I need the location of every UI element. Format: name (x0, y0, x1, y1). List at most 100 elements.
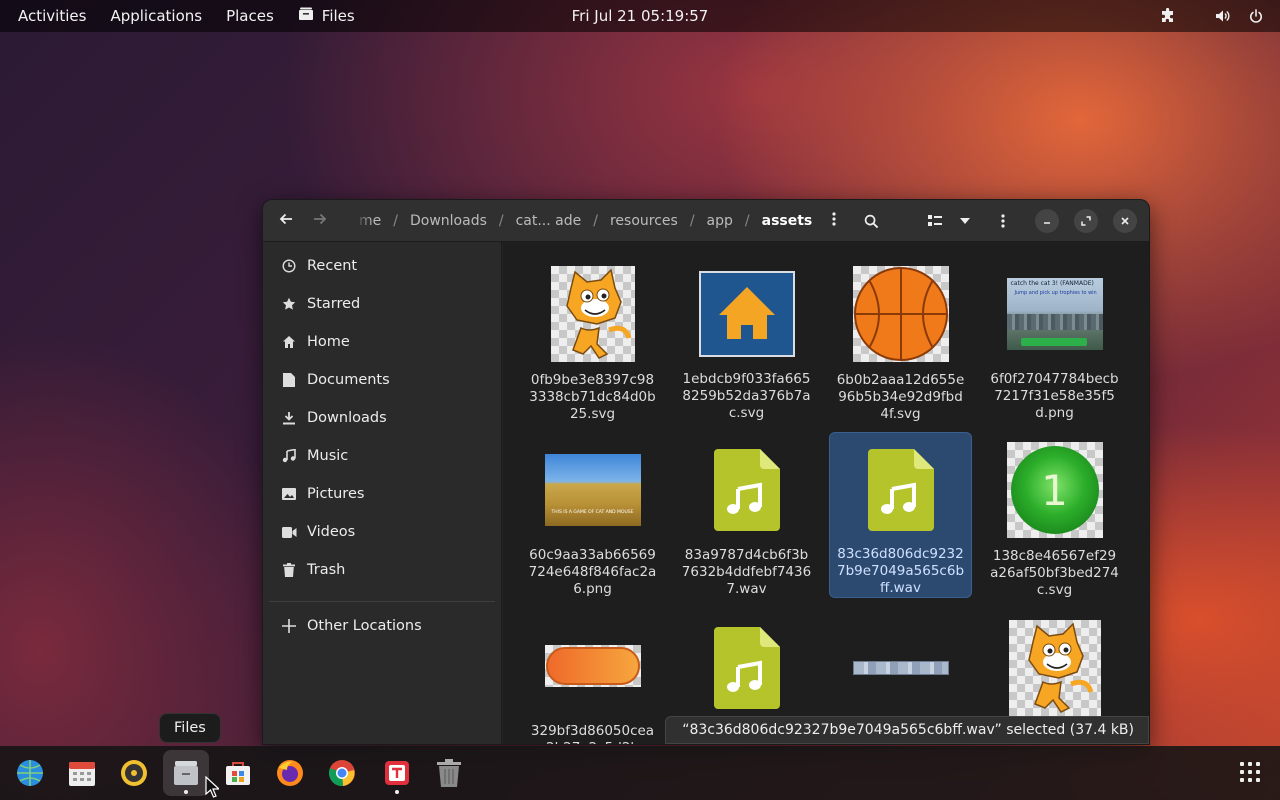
software-icon (226, 762, 250, 785)
applications-label: Applications (110, 7, 203, 25)
sidebar-item-videos[interactable]: Videos (263, 513, 501, 551)
close-button[interactable] (1113, 209, 1137, 233)
search-icon (864, 214, 878, 228)
path-bar: me / Downloads / cat... ade / resources … (355, 200, 855, 242)
path-crumb-project[interactable]: cat... ade (506, 213, 592, 229)
files-window: me / Downloads / cat... ade / resources … (262, 199, 1150, 745)
home-icon (281, 334, 297, 350)
sidebar-item-trash[interactable]: Trash (263, 551, 501, 589)
view-toggle-button[interactable] (920, 206, 950, 236)
sidebar-separator (269, 601, 495, 602)
dock-files[interactable] (163, 750, 209, 796)
file-name: 60c9aa33ab66569724e648f846fac2a6.png (528, 547, 657, 597)
header-bar: me / Downloads / cat... ade / resources … (263, 200, 1149, 242)
path-separator: / (744, 212, 750, 229)
dock-software[interactable] (215, 750, 261, 796)
files-icon (298, 7, 314, 25)
file-item-selected[interactable]: 83c36d806dc92327b9e7049a565c6bff.wav (829, 432, 972, 598)
rhythmbox-icon (121, 760, 147, 786)
maximize-button[interactable] (1074, 209, 1098, 233)
clock[interactable]: Fri Jul 21 05:19:57 (572, 7, 709, 25)
mouse-cursor-icon (205, 776, 219, 798)
file-thumbnail (851, 618, 951, 718)
activities-button[interactable]: Activities (0, 0, 98, 32)
sidebar-item-starred[interactable]: Starred (263, 285, 501, 323)
dock-tooltip: Files (159, 713, 221, 743)
thumbnail-caption: 1 (1010, 446, 1099, 534)
close-icon (1121, 217, 1129, 225)
file-item[interactable]: THIS IS A GAME OF CAT AND MOUSE 60c9aa33… (521, 432, 664, 598)
dock-chrome[interactable] (319, 750, 365, 796)
sidebar: Recent Starred Home Documents Downloads … (263, 242, 502, 744)
power-icon[interactable] (1242, 0, 1270, 32)
vertical-dots-icon (832, 211, 836, 226)
show-apps-icon[interactable] (1240, 762, 1260, 782)
clock-icon (281, 258, 297, 274)
path-crumb-assets[interactable]: assets (752, 213, 823, 229)
top-bar: Activities Applications Places Files Fri… (0, 0, 1280, 32)
path-separator: / (689, 212, 695, 229)
sidebar-item-downloads[interactable]: Downloads (263, 399, 501, 437)
file-item[interactable]: 1 138c8e46567ef29a26af50bf3bed274c.svg (983, 432, 1126, 598)
file-item[interactable]: 6b0b2aaa12d655e96b5b34e92d9fbd4f.svg (829, 256, 972, 422)
file-item[interactable]: 1ebdcb9f033fa6658259b52da376b7ac.svg (675, 256, 818, 422)
file-item[interactable]: 329bf3d86050ceaea2b27e2c5d2baec1. (521, 608, 664, 744)
view-options-button[interactable] (952, 206, 978, 236)
calendar-icon (69, 762, 95, 786)
icon-grid: 0fb9be3e8397c983338cb71dc84d0b25.svg 1eb… (521, 256, 1136, 744)
sidebar-item-music[interactable]: Music (263, 437, 501, 475)
field-image: THIS IS A GAME OF CAT AND MOUSE (544, 453, 641, 526)
sidebar-item-recent[interactable]: Recent (263, 247, 501, 285)
star-icon (281, 296, 297, 312)
sidebar-item-label: Videos (307, 524, 356, 540)
sidebar-item-other-locations[interactable]: Other Locations (263, 607, 501, 645)
path-menu-button[interactable] (822, 211, 846, 230)
path-crumb-app[interactable]: app (697, 213, 743, 229)
applications-menu[interactable]: Applications (98, 0, 214, 32)
search-button[interactable] (854, 206, 888, 236)
file-thumbnail: THIS IS A GAME OF CAT AND MOUSE (543, 442, 643, 537)
minimize-button[interactable] (1035, 209, 1059, 233)
file-name: 6b0b2aaa12d655e96b5b34e92d9fbd4f.svg (836, 372, 965, 422)
file-item[interactable]: 83a9787d4cb6f3b7632b4ddfebf74367.wav (675, 432, 818, 598)
file-name: 138c8e46567ef29a26af50bf3bed274c.svg (990, 548, 1119, 598)
path-separator: / (593, 212, 598, 229)
activities-label: Activities (18, 7, 87, 25)
back-button[interactable] (269, 206, 303, 236)
green-number-image: 1 (1006, 442, 1103, 538)
sidebar-item-label: Pictures (307, 486, 365, 502)
document-icon (281, 372, 297, 388)
path-separator: / (393, 212, 398, 229)
volume-icon[interactable] (1208, 0, 1236, 32)
sidebar-item-label: Home (307, 334, 350, 350)
music-icon (281, 448, 297, 464)
file-item[interactable]: 0fb9be3e8397c983338cb71dc84d0b25.svg (521, 256, 664, 422)
path-crumb-home[interactable]: me (355, 213, 391, 229)
forward-button[interactable] (303, 206, 337, 236)
audio-file-icon (867, 448, 934, 531)
sidebar-item-label: Recent (307, 258, 358, 274)
main-menu-button[interactable] (986, 206, 1020, 236)
path-separator: / (498, 212, 504, 229)
dock-trash[interactable] (426, 750, 472, 796)
places-menu[interactable]: Places (214, 0, 286, 32)
dock-browser[interactable] (7, 750, 53, 796)
sidebar-item-documents[interactable]: Documents (263, 361, 501, 399)
sidebar-item-pictures[interactable]: Pictures (263, 475, 501, 513)
dock-calendar[interactable] (59, 750, 105, 796)
file-thumbnail (543, 266, 643, 362)
extensions-icon[interactable] (1154, 0, 1182, 32)
path-crumb-resources[interactable]: resources (600, 213, 688, 229)
path-crumb-downloads[interactable]: Downloads (400, 213, 497, 229)
file-thumbnail (697, 266, 797, 361)
dock-text-editor[interactable] (374, 750, 420, 796)
minimize-icon (1044, 222, 1050, 224)
selection-status: “83c36d806dc92327b9e7049a565c6bff.wav” s… (665, 716, 1149, 744)
file-name: 0fb9be3e8397c983338cb71dc84d0b25.svg (529, 372, 656, 422)
dock-rhythmbox[interactable] (111, 750, 157, 796)
sidebar-item-home[interactable]: Home (263, 323, 501, 361)
sidebar-item-label: Downloads (307, 410, 387, 426)
dock-firefox[interactable] (267, 750, 313, 796)
app-menu[interactable]: Files (286, 0, 367, 32)
file-item[interactable]: catch the cat 3! (FANMADE) Jump and pick… (983, 256, 1126, 422)
